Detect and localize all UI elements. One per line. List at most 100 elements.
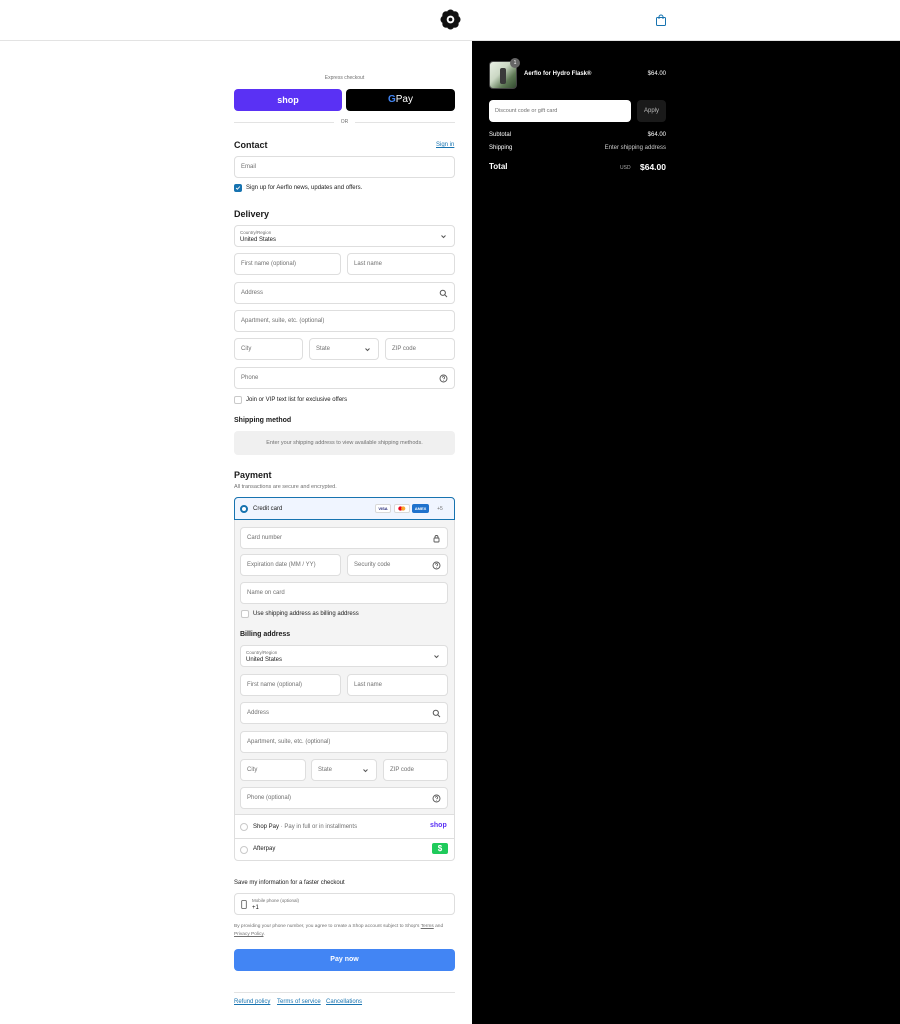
shop-pay-radio[interactable] — [240, 823, 248, 831]
total-value: $64.00 — [640, 162, 666, 172]
billing-first-name-placeholder: First name (optional) — [247, 682, 303, 688]
discount-placeholder: Discount code or gift card — [495, 108, 558, 114]
card-number-field[interactable]: Card number — [240, 527, 448, 549]
shipping-value: Enter shipping address — [604, 145, 666, 151]
cancellations-link[interactable]: Cancellations — [326, 999, 362, 1005]
billing-heading: Billing address — [240, 631, 291, 638]
apartment-field[interactable]: Apartment, suite, etc. (optional) — [234, 310, 455, 332]
newsletter-label: Sign up for Aerflo news, updates and off… — [246, 185, 363, 191]
help-circle-icon[interactable] — [432, 561, 441, 570]
billing-country-label: Country/Region — [246, 650, 278, 655]
gpay-label: Pay — [395, 94, 413, 105]
checkmark-icon — [235, 186, 241, 190]
security-code-field[interactable]: Security code — [347, 554, 448, 576]
country-value: United States — [240, 237, 277, 243]
first-name-field[interactable]: First name (optional) — [234, 253, 341, 275]
last-name-placeholder: Last name — [354, 261, 383, 267]
afterpay-radio[interactable] — [240, 846, 248, 854]
credit-card-radio[interactable] — [240, 505, 248, 513]
shop-pay-name: Shop Pay — [253, 824, 280, 830]
help-circle-icon[interactable] — [439, 374, 448, 383]
payment-heading: Payment — [234, 470, 272, 480]
terms-of-service-link[interactable]: Terms of service — [277, 999, 321, 1005]
billing-zip-field[interactable]: ZIP code — [383, 759, 448, 781]
address-field[interactable]: Address — [234, 282, 455, 304]
discount-input[interactable]: Discount code or gift card — [489, 100, 631, 122]
newsletter-checkbox[interactable] — [234, 184, 242, 192]
help-circle-icon[interactable] — [432, 794, 441, 803]
zip-field[interactable]: ZIP code — [385, 338, 455, 360]
billing-address-placeholder: Address — [247, 710, 270, 716]
express-checkout-label: Express checkout — [324, 75, 365, 81]
last-name-field[interactable]: Last name — [347, 253, 455, 275]
search-icon — [439, 289, 448, 298]
subtotal-value: $64.00 — [647, 132, 666, 138]
first-name-placeholder: First name (optional) — [241, 261, 297, 267]
vip-label: Join or VIP text list for exclusive offe… — [246, 397, 348, 403]
shop-pay-logo: shop — [430, 822, 447, 829]
zip-placeholder: ZIP code — [392, 346, 416, 352]
search-icon — [432, 709, 441, 718]
order-summary-panel — [472, 41, 900, 1024]
billing-state-placeholder: State — [318, 767, 333, 773]
billing-apartment-field[interactable]: Apartment, suite, etc. (optional) — [240, 731, 448, 753]
google-pay-button[interactable]: GPay — [346, 89, 455, 111]
total-label: Total — [489, 162, 508, 171]
shop-pay-label: Shop Pay · Pay in full or in installment… — [253, 824, 357, 830]
billing-city-placeholder: City — [247, 767, 258, 773]
phone-placeholder: Phone — [241, 375, 259, 381]
email-placeholder: Email — [241, 164, 257, 170]
expiration-field[interactable]: Expiration date (MM / YY) — [240, 554, 341, 576]
billing-country-select[interactable]: Country/Region United States — [240, 645, 448, 667]
shop-pay-subtext: · Pay in full or in installments — [280, 824, 358, 830]
mobile-phone-icon — [241, 900, 247, 909]
name-on-card-field[interactable]: Name on card — [240, 582, 448, 604]
city-placeholder: City — [241, 346, 252, 352]
shipping-method-box: Enter your shipping address to view avai… — [234, 431, 455, 455]
mastercard-icon — [394, 504, 410, 513]
terms-link[interactable]: Terms — [421, 924, 434, 929]
state-select[interactable]: State — [309, 338, 379, 360]
phone-field[interactable]: Phone — [234, 367, 455, 389]
shopping-bag-icon[interactable] — [655, 14, 667, 26]
vip-checkbox[interactable] — [234, 396, 242, 404]
billing-last-name-field[interactable]: Last name — [347, 674, 448, 696]
apartment-placeholder: Apartment, suite, etc. (optional) — [241, 318, 325, 324]
disclaimer-and: and — [435, 924, 444, 929]
billing-city-field[interactable]: City — [240, 759, 306, 781]
aerflo-logo[interactable] — [440, 9, 461, 30]
billing-zip-placeholder: ZIP code — [390, 767, 414, 773]
card-number-placeholder: Card number — [247, 535, 283, 541]
privacy-policy-link[interactable]: Privacy Policy — [234, 932, 264, 937]
quantity-badge: 1 — [510, 58, 520, 68]
city-field[interactable]: City — [234, 338, 303, 360]
email-field[interactable]: Email — [234, 156, 455, 178]
afterpay-label: Afterpay — [253, 846, 276, 852]
save-info-heading: Save my information for a faster checkou… — [234, 880, 345, 886]
billing-country-value: United States — [246, 657, 283, 663]
billing-apartment-placeholder: Apartment, suite, etc. (optional) — [247, 739, 331, 745]
country-select[interactable]: Country/Region United States — [234, 225, 455, 247]
sign-in-link[interactable]: Sign in — [436, 142, 454, 148]
shop-disclaimer: By providing your phone number, you agre… — [234, 923, 455, 939]
billing-state-select[interactable]: State — [311, 759, 377, 781]
address-placeholder: Address — [241, 290, 264, 296]
billing-phone-placeholder: Phone (optional) — [247, 795, 292, 801]
pay-now-button[interactable]: Pay now — [234, 949, 455, 971]
billing-phone-field[interactable]: Phone (optional) — [240, 787, 448, 809]
shop-pay-button[interactable]: shop — [234, 89, 342, 111]
shipping-method-heading: Shipping method — [234, 417, 292, 424]
disclaimer-text: By providing your phone number, you agre… — [234, 924, 420, 929]
refund-policy-link[interactable]: Refund policy — [234, 999, 270, 1005]
visa-icon: VISA — [375, 504, 391, 513]
country-label: Country/Region — [240, 230, 272, 235]
more-cards-badge: +5 — [437, 506, 443, 512]
state-placeholder: State — [316, 346, 331, 352]
use-shipping-checkbox[interactable] — [241, 610, 249, 618]
billing-address-field[interactable]: Address — [240, 702, 448, 724]
apply-button[interactable]: Apply — [637, 100, 666, 122]
or-label: OR — [340, 119, 349, 125]
mobile-phone-field[interactable]: Mobile phone (optional) +1 — [234, 893, 455, 915]
billing-first-name-field[interactable]: First name (optional) — [240, 674, 341, 696]
google-g-icon: G — [387, 94, 396, 105]
